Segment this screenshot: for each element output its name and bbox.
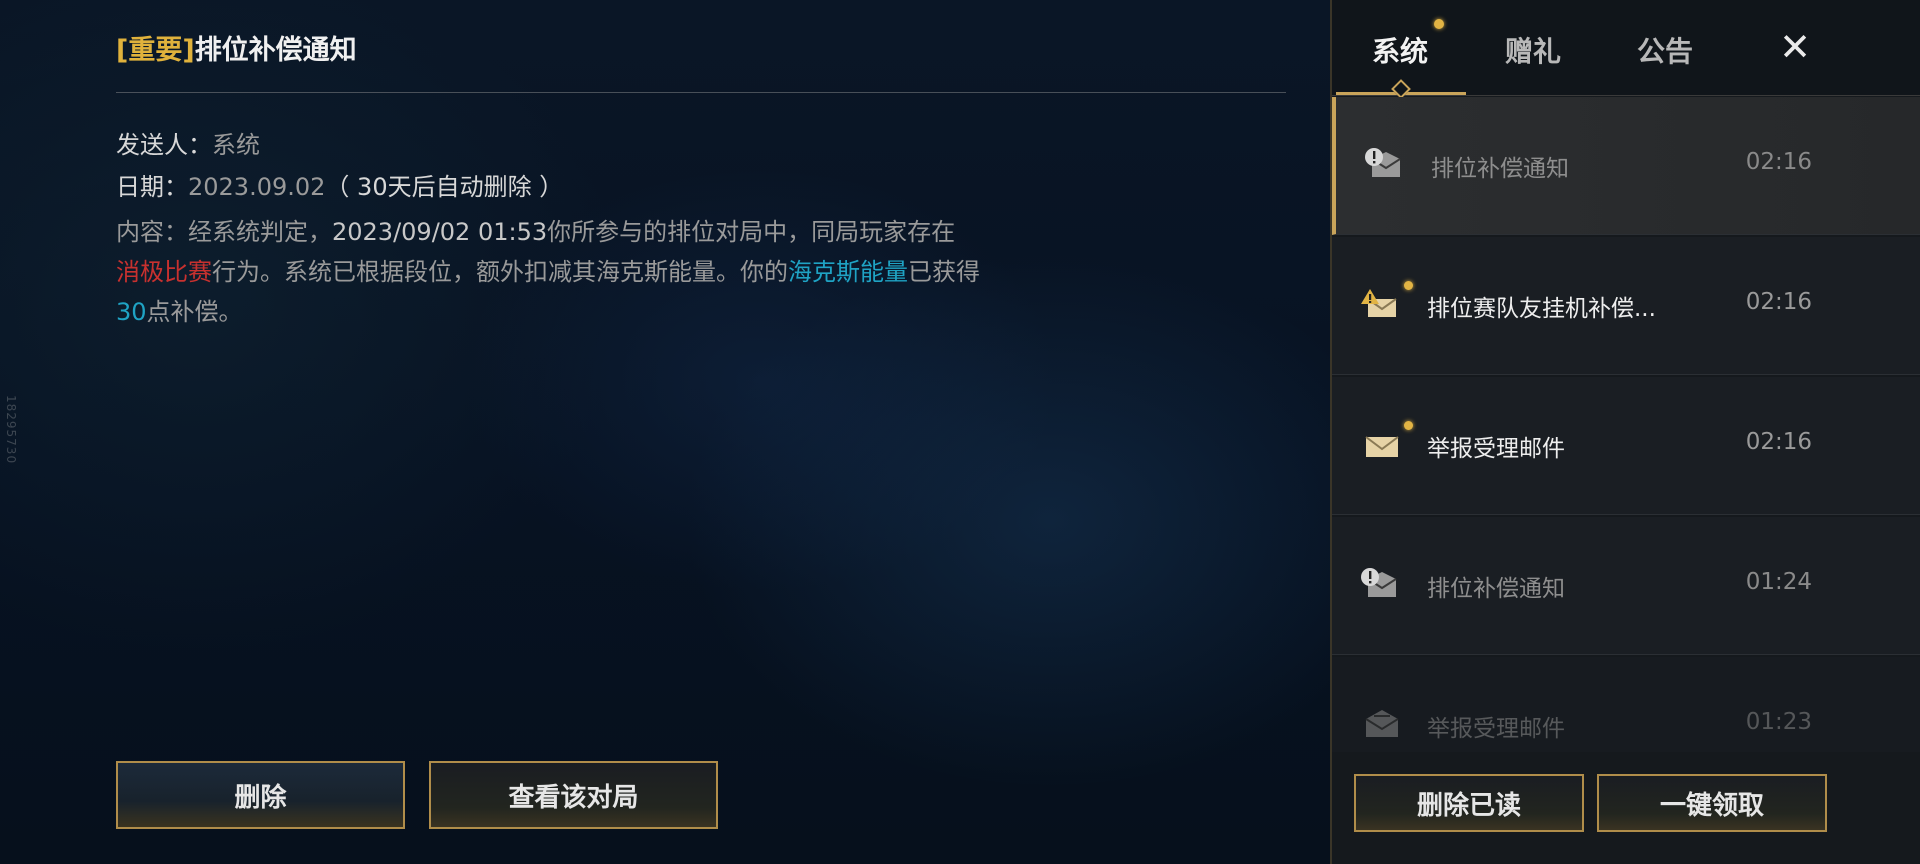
content-part: 点补偿。 [146,298,243,326]
mail-read-icon [1365,710,1399,737]
date-note: （ 30天后自动删除 ） [325,173,564,201]
mail-detail-pane: 18295730 [重要]排位补偿通知 发送人：系统 日期：2023.09.02… [0,0,1330,864]
content-part: 行为。系统已根据段位，额外扣减其海克斯能量。你的 [212,258,788,286]
mail-subject: 排位补偿通知 [1431,156,1569,182]
title-divider [116,92,1286,93]
content-part: 已获得 [908,258,980,286]
date-value: 2023.09.02 [188,173,326,201]
date-label: 日期： [116,173,188,201]
mail-item[interactable]: 排位补偿通知 02:16 [1332,97,1920,235]
mail-subject: 排位赛队友挂机补偿... [1427,296,1656,322]
content-part: 你所参与的排位对局中，同局玩家存在 [547,218,956,246]
tab-system-unread-dot [1434,19,1444,29]
mail-subject: 举报受理邮件 [1427,436,1565,462]
mail-tabs: 系统 赠礼 公告 ✕ [1332,0,1920,99]
sender-value: 系统 [212,131,260,159]
mail-title: [重要]排位补偿通知 [116,28,357,67]
side-id-watermark: 18295730 [4,395,18,465]
content-hextech-energy: 海克斯能量 [788,258,908,286]
sender-label: 发送人： [116,131,212,159]
important-mail-read-icon [1361,568,1397,597]
close-button[interactable]: ✕ [1772,24,1818,70]
unread-dot [1404,421,1413,430]
content-part: 内容：经系统判定， [116,218,332,246]
view-match-button[interactable]: 查看该对局 [429,761,718,829]
important-mail-read-icon [1365,148,1401,177]
mail-time: 02:16 [1745,149,1812,175]
tab-system[interactable]: 系统 [1372,30,1428,70]
mail-list: 排位补偿通知 02:16 排位赛队友挂机补偿... 02:16 举报受理邮件 0… [1332,97,1920,752]
mail-item[interactable]: 排位补偿通知 01:24 [1332,517,1920,655]
mail-time: 01:23 [1745,709,1812,735]
content-amount: 30 [116,298,147,326]
mail-item[interactable]: 排位赛队友挂机补偿... 02:16 [1332,237,1920,375]
content-negative-play: 消极比赛 [116,258,212,286]
mail-date: 日期：2023.09.02（ 30天后自动删除 ） [116,167,563,202]
mail-subject: 举报受理邮件 [1427,716,1565,742]
mail-title-text: 排位补偿通知 [194,35,357,66]
active-tab-caret [1391,79,1411,99]
mail-item[interactable]: 举报受理邮件 02:16 [1332,377,1920,515]
mail-content: 内容：经系统判定，2023/09/02 01:53你所参与的排位对局中，同局玩家… [116,212,996,332]
mail-sender: 发送人：系统 [116,125,260,160]
mail-item[interactable]: 举报受理邮件 01:23 [1332,657,1920,752]
content-timestamp: 2023/09/02 01:53 [332,218,548,246]
close-icon: ✕ [1779,25,1811,69]
important-mail-unread-icon [1361,289,1397,317]
mail-time: 01:24 [1745,569,1812,595]
tab-notice[interactable]: 公告 [1637,30,1693,70]
mail-time: 02:16 [1745,429,1812,455]
mail-time: 02:16 [1745,289,1812,315]
delete-button[interactable]: 删除 [116,761,405,829]
claim-all-button[interactable]: 一键领取 [1597,774,1827,832]
mail-title-tag: [重要] [116,35,195,66]
mail-subject: 排位补偿通知 [1427,576,1565,602]
tab-gift[interactable]: 赠礼 [1505,30,1561,70]
mail-list-panel: 系统 赠礼 公告 ✕ 排位补偿通知 02:16 排位赛队友挂机补偿... 02:… [1330,0,1920,864]
mail-unread-icon [1365,436,1399,457]
unread-dot [1404,281,1413,290]
delete-read-button[interactable]: 删除已读 [1354,774,1584,832]
